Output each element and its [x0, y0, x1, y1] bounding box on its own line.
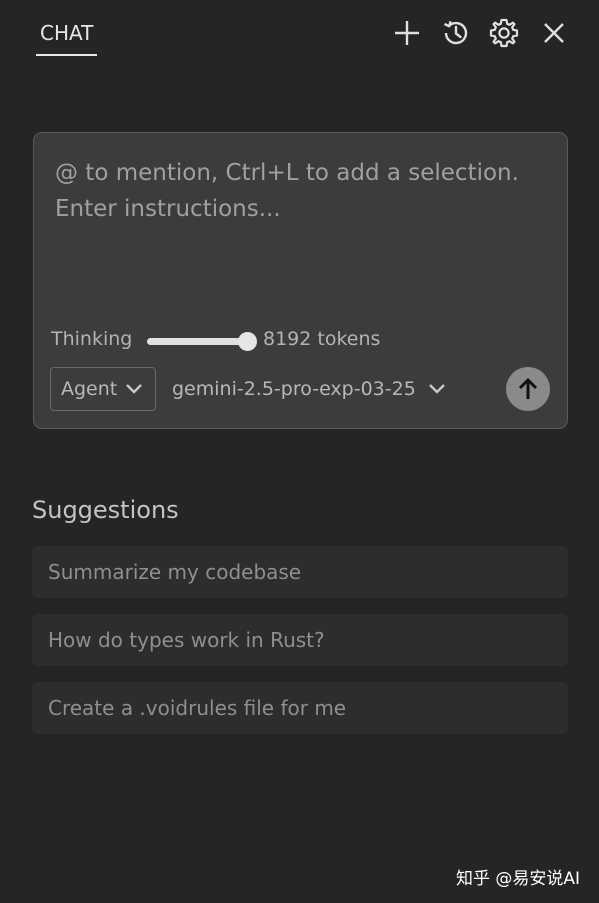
gear-icon: [489, 18, 519, 48]
close-icon: [544, 23, 564, 43]
suggestion-item-label: How do types work in Rust?: [48, 628, 325, 652]
thinking-label: Thinking: [51, 328, 133, 350]
plus-icon: [395, 21, 419, 45]
suggestions-title: Suggestions: [32, 496, 179, 524]
tab-chat[interactable]: CHAT: [36, 16, 97, 56]
mode-dropdown-value: Agent: [61, 378, 118, 400]
history-icon: [443, 20, 468, 45]
tab-chat-label: CHAT: [40, 21, 94, 45]
suggestion-item-label: Create a .voidrules file for me: [48, 696, 347, 720]
watermark: 知乎 @易安说AI: [456, 869, 581, 889]
chevron-down-icon: [126, 384, 142, 394]
suggestion-item-label: Summarize my codebase: [48, 560, 302, 584]
thinking-slider[interactable]: [147, 332, 257, 351]
settings-button[interactable]: [487, 15, 521, 51]
history-button[interactable]: [439, 15, 473, 51]
model-dropdown[interactable]: gemini-2.5-pro-exp-03-25: [172, 367, 446, 411]
thinking-slider-thumb[interactable]: [238, 332, 257, 351]
mode-dropdown[interactable]: Agent: [50, 367, 156, 411]
close-button[interactable]: [537, 15, 571, 51]
chat-panel: CHAT @ to mention, Ctrl+L to add a selec…: [0, 0, 599, 903]
chevron-down-icon: [428, 384, 445, 394]
new-chat-button[interactable]: [390, 15, 424, 51]
suggestion-item[interactable]: Create a .voidrules file for me: [32, 682, 568, 734]
send-button[interactable]: [506, 367, 550, 411]
arrow-up-icon: [518, 378, 538, 399]
model-dropdown-value: gemini-2.5-pro-exp-03-25: [172, 378, 416, 400]
chat-input-placeholder[interactable]: @ to mention, Ctrl+L to add a selection.…: [55, 155, 545, 227]
tokens-label: 8192 tokens: [263, 328, 381, 350]
chat-input-box[interactable]: @ to mention, Ctrl+L to add a selection.…: [33, 132, 568, 429]
suggestion-item[interactable]: Summarize my codebase: [32, 546, 568, 598]
suggestion-item[interactable]: How do types work in Rust?: [32, 614, 568, 666]
thinking-slider-fill: [147, 338, 247, 345]
